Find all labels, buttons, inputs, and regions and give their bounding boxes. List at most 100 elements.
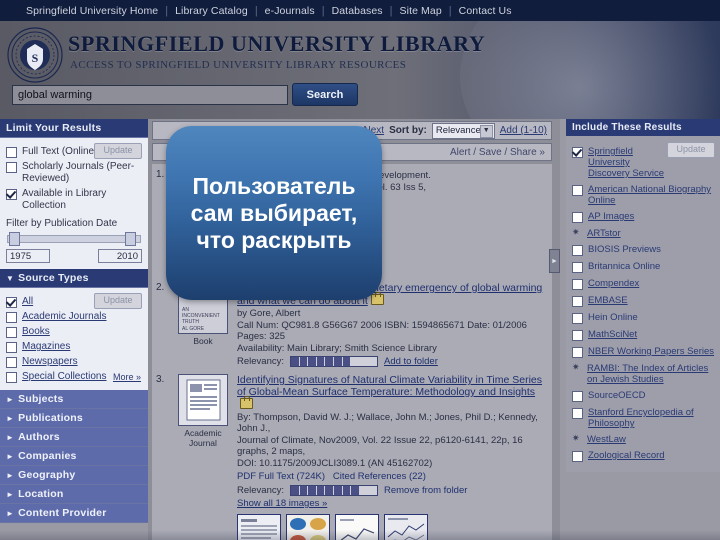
database-compendex[interactable]: Compendex — [572, 278, 714, 290]
source-type-label[interactable]: Books — [22, 326, 50, 338]
checkbox-icon[interactable] — [572, 262, 583, 273]
database-stanford-encyclopedia[interactable]: Stanford Encyclopedia of Philosophy — [572, 407, 714, 429]
database-nber-working-papers[interactable]: NBER Working Papers Series — [572, 346, 714, 358]
checkbox-icon[interactable] — [6, 342, 17, 353]
chevron-down-icon[interactable]: ▼ — [479, 124, 493, 138]
remove-from-folder-link[interactable]: Remove from folder — [384, 485, 467, 496]
nav-link-ejournals[interactable]: e-Journals — [265, 5, 315, 17]
source-types-header[interactable]: ▼ Source Types — [0, 269, 148, 288]
sort-by-select[interactable]: Relevance ▼ — [431, 122, 495, 139]
limit-results-header[interactable]: Limit Your Results — [0, 119, 148, 138]
database-label[interactable]: Stanford Encyclopedia of Philosophy — [588, 407, 714, 429]
checkbox-icon[interactable] — [572, 330, 583, 341]
source-types-update-button[interactable]: Update — [94, 293, 142, 309]
source-type-label[interactable]: Academic Journals — [22, 311, 106, 323]
pdf-full-text-link[interactable]: PDF Full Text (724K) — [237, 471, 325, 482]
checkbox-checked-icon[interactable] — [6, 297, 17, 308]
database-label[interactable]: EMBASE — [588, 295, 628, 306]
source-type-label[interactable]: Magazines — [22, 341, 70, 353]
database-zoological-record[interactable]: Zoological Record — [572, 450, 714, 462]
database-westlaw[interactable]: ✷ WestLaw — [572, 434, 714, 446]
year-to-input[interactable] — [98, 249, 142, 263]
database-label[interactable]: ARTstor — [587, 228, 621, 239]
add-results-link[interactable]: Add (1-10) — [500, 125, 547, 136]
add-to-folder-link[interactable]: Add to folder — [384, 356, 438, 367]
collapse-panel-icon[interactable]: ► — [549, 249, 560, 273]
source-type-label[interactable]: Newspapers — [22, 356, 78, 368]
include-update-button[interactable]: Update — [667, 142, 715, 158]
facet-available-in-library[interactable]: Available in Library Collection — [6, 188, 142, 212]
database-label[interactable]: Hein Online — [588, 312, 638, 323]
checkbox-icon[interactable] — [572, 347, 583, 358]
database-label[interactable]: Britannica Online — [588, 261, 660, 272]
checkbox-checked-icon[interactable] — [572, 147, 583, 158]
database-embase[interactable]: EMBASE — [572, 295, 714, 307]
checkbox-icon[interactable] — [572, 212, 583, 223]
database-rambi[interactable]: ✷ RAMBI: The Index of Articles on Jewish… — [572, 363, 714, 386]
checkbox-icon[interactable] — [6, 357, 17, 368]
nav-link-site-map[interactable]: Site Map — [400, 5, 442, 17]
database-label[interactable]: Compendex — [588, 278, 639, 289]
result-map-thumbnail[interactable] — [286, 514, 330, 540]
checkbox-icon[interactable] — [6, 162, 17, 173]
database-label[interactable]: MathSciNet — [588, 329, 637, 340]
facet-section-authors[interactable]: ► Authors — [0, 428, 148, 447]
checkbox-icon[interactable] — [572, 408, 583, 419]
checkbox-icon[interactable] — [572, 451, 583, 462]
database-label[interactable]: Springfield University Discovery Service — [588, 146, 667, 179]
year-from-input[interactable] — [6, 249, 50, 263]
facet-section-content-provider[interactable]: ► Content Provider — [0, 504, 148, 523]
nav-link-library-catalog[interactable]: Library Catalog — [175, 5, 248, 17]
source-types-more-link[interactable]: More » — [113, 371, 141, 383]
checkbox-icon[interactable] — [572, 185, 583, 196]
source-type-academic-journals[interactable]: Academic Journals — [6, 311, 142, 323]
alert-save-share-link[interactable]: Alert / Save / Share » — [450, 147, 545, 158]
search-button[interactable]: Search — [292, 83, 358, 106]
slider-track[interactable] — [7, 235, 141, 243]
checkbox-icon[interactable] — [572, 245, 583, 256]
slider-handle-max[interactable] — [125, 232, 136, 246]
database-mathscinet[interactable]: MathSciNet — [572, 329, 714, 341]
checkbox-icon[interactable] — [572, 313, 583, 324]
checkbox-icon[interactable] — [572, 279, 583, 290]
include-results-header[interactable]: Include These Results — [566, 119, 720, 136]
source-type-magazines[interactable]: Magazines — [6, 341, 142, 353]
database-hein-online[interactable]: Hein Online — [572, 312, 714, 324]
facet-section-location[interactable]: ► Location — [0, 485, 148, 504]
facet-section-publications[interactable]: ► Publications — [0, 409, 148, 428]
source-type-newspapers[interactable]: Newspapers — [6, 356, 142, 368]
facet-section-subjects[interactable]: ► Subjects — [0, 390, 148, 409]
database-springfield-discovery[interactable]: Springfield University Discovery Service — [572, 146, 667, 179]
database-label[interactable]: American National Biography Online — [588, 184, 714, 206]
source-type-label[interactable]: All — [22, 296, 33, 308]
checkbox-icon[interactable] — [6, 372, 17, 383]
checkbox-icon[interactable] — [6, 327, 17, 338]
result-thumbnail[interactable]: Academic Journal — [175, 374, 231, 540]
slider-handle-min[interactable] — [9, 232, 20, 246]
show-all-images-link[interactable]: Show all 18 images » — [237, 498, 327, 509]
database-label[interactable]: RAMBI: The Index of Articles on Jewish S… — [587, 363, 714, 385]
checkbox-icon[interactable] — [572, 296, 583, 307]
database-american-national-biography[interactable]: American National Biography Online — [572, 184, 714, 206]
checkbox-icon[interactable] — [572, 391, 583, 402]
search-input[interactable] — [12, 85, 288, 105]
checkbox-checked-icon[interactable] — [6, 189, 17, 200]
database-label[interactable]: WestLaw — [587, 434, 626, 445]
database-label[interactable]: AP Images — [588, 211, 634, 222]
database-label[interactable]: NBER Working Papers Series — [588, 346, 714, 357]
checkbox-icon[interactable] — [6, 312, 17, 323]
database-sourceoecd[interactable]: SourceOECD — [572, 390, 714, 402]
database-britannica-online[interactable]: Britannica Online — [572, 261, 714, 273]
cited-references-link[interactable]: Cited References (22) — [333, 471, 426, 482]
result-image-thumbnail[interactable] — [237, 514, 281, 540]
nav-link-home[interactable]: Springfield University Home — [26, 5, 158, 17]
database-label[interactable]: BIOSIS Previews — [588, 244, 661, 255]
source-type-label[interactable]: Special Collections — [22, 371, 107, 383]
database-biosis-previews[interactable]: BIOSIS Previews — [572, 244, 714, 256]
database-artstor[interactable]: ✷ ARTstor — [572, 228, 714, 240]
database-label[interactable]: Zoological Record — [588, 450, 665, 461]
facet-section-companies[interactable]: ► Companies — [0, 447, 148, 466]
publication-date-slider[interactable] — [7, 232, 141, 246]
result-chart-thumbnail[interactable] — [384, 514, 428, 540]
result-graph-thumbnail[interactable] — [335, 514, 379, 540]
